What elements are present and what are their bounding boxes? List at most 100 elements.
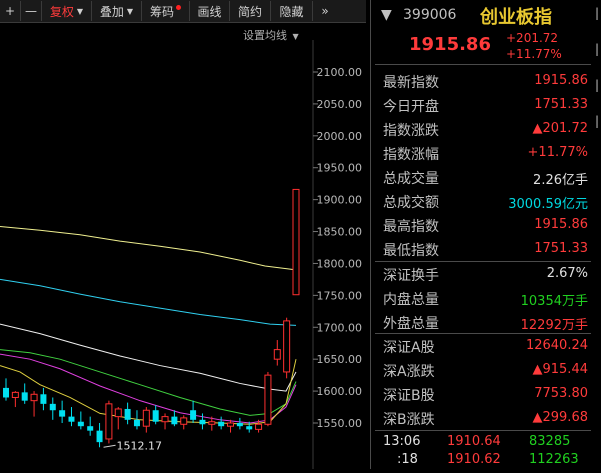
tick-volume: 83285 <box>529 434 571 449</box>
y-tick-label: 1900.00 <box>317 194 363 207</box>
candle-body <box>161 416 169 423</box>
quote-row-value: 10354万手 <box>520 294 588 309</box>
quote-row-label: 深B涨跌 <box>383 412 435 428</box>
fuquan-dropdown[interactable]: 复权 ▼ <box>42 1 92 21</box>
quote-row-value: ▲915.44 <box>532 362 589 377</box>
candle-body <box>292 188 300 296</box>
overlay-label: 叠加 <box>99 4 124 19</box>
candle-body <box>190 410 197 420</box>
quote-row-value: 1915.86 <box>534 217 588 232</box>
candle-body <box>105 403 113 440</box>
y-tick-label: 1850.00 <box>317 226 363 239</box>
chart-svg: 2100.00 2050.00 2000.00 1950.00 1900.00 1850.… <box>0 40 363 469</box>
candle-body <box>152 410 159 422</box>
tick-row: :18 1910.62 112263 <box>379 450 589 470</box>
ma-line-1 <box>0 225 297 271</box>
notification-dot-icon <box>176 4 181 10</box>
quote-row-value: ▲299.68 <box>532 410 589 425</box>
quote-row-value: 7753.80 <box>534 386 588 401</box>
y-tick-label: 2100.00 <box>317 66 363 79</box>
quote-row: 总成交额 3000.59亿元 <box>383 190 588 212</box>
side-tab-icon[interactable]: | <box>595 78 601 92</box>
quote-row-value: 2.67% <box>546 266 588 281</box>
candle-body <box>227 422 235 427</box>
zoom-out-button[interactable]: — <box>21 1 42 21</box>
quote-row: 最高指数 1915.86 <box>383 214 588 235</box>
quote-row: 外盘总量 12292万手 <box>383 311 588 333</box>
tick-volume: 112263 <box>529 452 579 467</box>
quote-row-label: 总成交额 <box>383 195 439 211</box>
chart-toolbar: + — 复权 ▼ 叠加 ▼ 筹码 画线 简约 隐藏 » <box>0 0 366 23</box>
quote-row-label: 指数涨跌 <box>383 123 439 139</box>
dropdown-icon[interactable]: ▼ <box>381 7 392 23</box>
chevron-down-icon: ▼ <box>126 6 134 16</box>
draw-line-button[interactable]: 画线 <box>190 1 230 21</box>
quote-row: 今日开盘 1751.33 <box>383 94 588 115</box>
candle-body <box>124 408 131 420</box>
candle-body <box>49 403 56 411</box>
candle-body <box>264 374 272 425</box>
quote-row-value: 1751.33 <box>534 241 588 256</box>
index-name: 创业板指 <box>480 7 552 28</box>
quote-row-value: 1751.33 <box>534 97 588 112</box>
expand-icon[interactable]: » <box>313 1 337 21</box>
panel-divider <box>370 0 371 469</box>
low-annotation-arrow <box>103 444 116 448</box>
divider <box>375 430 591 431</box>
tick-time: 13:06 <box>383 434 421 449</box>
quote-row-label: 总成交量 <box>383 171 439 187</box>
chips-button[interactable]: 筹码 <box>142 1 190 21</box>
quote-row-label: 外盘总量 <box>383 316 439 332</box>
index-code: 399006 <box>403 7 457 23</box>
quote-row-value: 12292万手 <box>520 318 588 333</box>
candlestick-chart[interactable]: 2100.00 2050.00 2000.00 1950.00 1900.00 1850.… <box>0 40 366 469</box>
quote-row-label: 最新指数 <box>383 75 439 91</box>
candle-body <box>96 430 103 443</box>
candle-body <box>283 320 291 373</box>
current-price: 1915.86 <box>409 34 491 55</box>
y-tick-label: 1750.00 <box>317 289 363 302</box>
candle-body <box>30 393 38 402</box>
candle-body <box>11 391 19 398</box>
quote-row: 最低指数 1751.33 <box>383 238 588 259</box>
price-change-block: +201.72 +11.77% <box>506 30 562 62</box>
candle-body <box>180 417 188 425</box>
candle-body <box>77 421 84 427</box>
tick-row: 13:06 1910.64 83285 <box>379 432 589 452</box>
simple-mode-button[interactable]: 简约 <box>230 1 271 21</box>
y-tick-label: 2000.00 <box>317 130 363 143</box>
candle-body <box>208 421 216 425</box>
side-tab-icon[interactable]: | <box>595 6 601 20</box>
zoom-in-button[interactable]: + <box>0 1 21 21</box>
candle-body <box>87 426 94 431</box>
overlay-dropdown[interactable]: 叠加 ▼ <box>92 1 142 21</box>
price-change: +201.72 <box>506 31 559 45</box>
quote-row: 深B涨跌 ▲299.68 <box>383 407 589 428</box>
quote-row-value: +11.77% <box>527 145 588 160</box>
quote-row-label: 最高指数 <box>383 219 439 235</box>
quote-row: 深证A股 12640.24 <box>383 335 588 356</box>
quote-panel: ▼ 399006 创业板指 1915.86 +201.72 +11.77% 最新… <box>375 0 601 469</box>
tick-price: 1910.62 <box>447 452 501 467</box>
candle-body <box>59 410 66 417</box>
quote-row: 指数涨跌 ▲201.72 <box>383 118 588 139</box>
ma-line-4 <box>0 349 297 416</box>
y-tick-label: 1700.00 <box>317 321 363 334</box>
chips-label: 筹码 <box>149 4 174 19</box>
candle-body <box>246 426 253 430</box>
candle-body <box>273 349 281 360</box>
fuquan-label: 复权 <box>49 4 74 19</box>
tick-price: 1910.64 <box>447 434 501 449</box>
quote-row-value: 3000.59亿元 <box>508 197 588 212</box>
quote-row-value: 2.26亿手 <box>533 173 588 188</box>
side-tab-icon[interactable]: | <box>595 114 601 128</box>
quote-row-label: 今日开盘 <box>383 99 439 115</box>
candle-body <box>199 419 206 425</box>
side-tab-icon[interactable]: | <box>595 42 601 56</box>
candle-body <box>114 408 122 418</box>
hide-button[interactable]: 隐藏 <box>271 1 313 21</box>
y-tick-label: 1550.00 <box>317 417 363 430</box>
quote-row-label: 最低指数 <box>383 243 439 259</box>
y-tick-label: 1650.00 <box>317 353 363 366</box>
ma-line-3 <box>0 323 297 392</box>
